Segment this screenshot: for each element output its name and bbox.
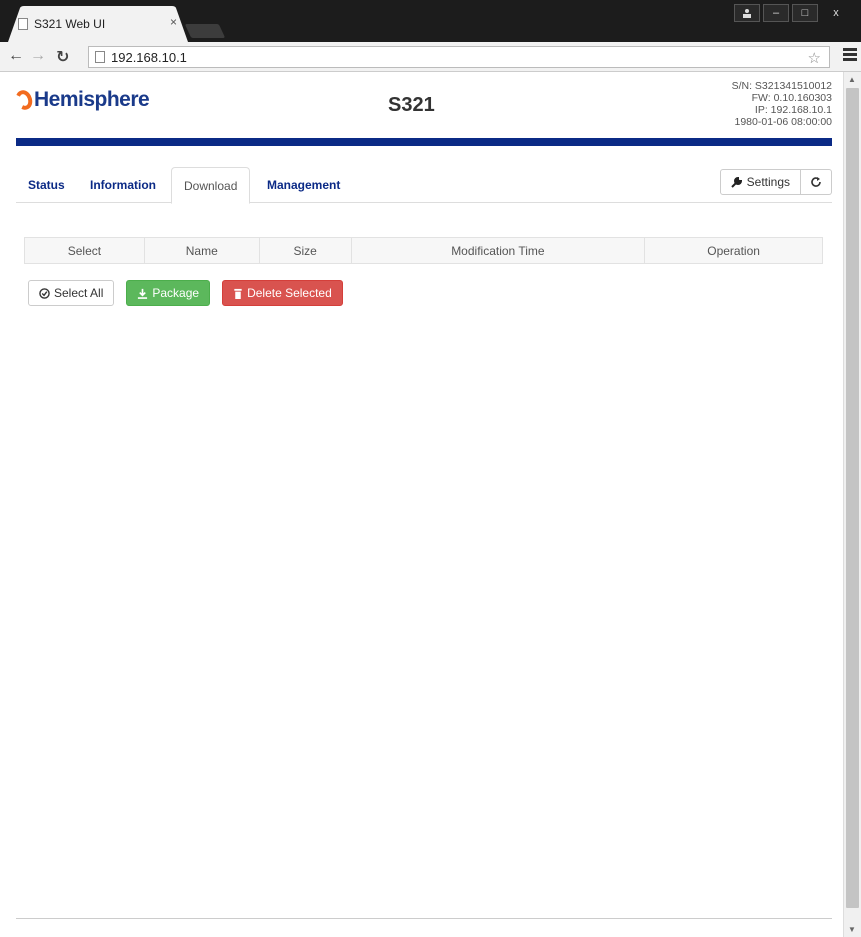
hemisphere-logo: Hemisphere (13, 87, 150, 113)
nav-tabs: Status Information Download Management S… (16, 167, 832, 204)
column-modification-time: Modification Time (350, 237, 646, 264)
browser-titlebar: S321 Web UI × – □ x (0, 0, 861, 42)
tab-information[interactable]: Information (78, 167, 168, 203)
package-button[interactable]: Package (126, 280, 211, 306)
page-header: Hemisphere S321 S/N: S321341510012 FW: 0… (13, 72, 832, 138)
menu-icon[interactable] (843, 48, 857, 63)
delete-selected-label: Delete Selected (247, 286, 332, 300)
column-name: Name (143, 237, 260, 264)
settings-label: Settings (746, 175, 790, 189)
user-icon[interactable] (734, 4, 760, 22)
action-buttons: Select All Package Delete Selected (28, 280, 343, 306)
new-tab-button[interactable] (184, 24, 226, 38)
reload-icon[interactable]: ↻ (56, 47, 69, 67)
brand-bar (16, 138, 832, 146)
trash-icon (234, 288, 242, 299)
browser-tab-content: S321 Web UI (18, 13, 105, 35)
scroll-up-icon[interactable]: ▲ (848, 75, 856, 84)
ip-address: IP: 192.168.10.1 (754, 104, 832, 116)
scroll-thumb[interactable] (846, 88, 859, 908)
device-info: S/N: S321341510012 FW: 0.10.160303 IP: 1… (732, 80, 832, 128)
refresh-button[interactable] (801, 169, 832, 195)
logo-mark-icon (13, 87, 35, 113)
footer-divider (16, 918, 832, 919)
page-content: Hemisphere S321 S/N: S321341510012 FW: 0… (0, 72, 843, 937)
tab-close-icon[interactable]: × (170, 15, 177, 29)
select-all-label: Select All (54, 286, 104, 300)
delete-selected-button[interactable]: Delete Selected (222, 280, 343, 306)
scroll-down-icon[interactable]: ▼ (848, 925, 856, 934)
logo-text: Hemisphere (34, 88, 150, 111)
column-select: Select (24, 237, 145, 264)
device-model: S321 (388, 94, 435, 116)
tab-management[interactable]: Management (255, 167, 352, 203)
tab-download[interactable]: Download (171, 167, 251, 204)
minimize-button[interactable]: – (763, 4, 789, 22)
settings-button[interactable]: Settings (719, 169, 801, 195)
serial-number: S/N: S321341510012 (731, 80, 832, 92)
back-arrow-icon[interactable]: ← (8, 47, 24, 65)
wrench-icon (730, 176, 742, 188)
page-scrollbar[interactable]: ▲ ▼ (843, 72, 861, 937)
select-all-button[interactable]: Select All (28, 280, 115, 306)
firmware-version: FW: 0.10.160303 (751, 92, 832, 104)
url-text: 192.168.10.1 (111, 49, 187, 65)
check-circle-icon (39, 287, 50, 299)
tab-status[interactable]: Status (16, 167, 77, 203)
maximize-button[interactable]: □ (792, 4, 818, 22)
package-label: Package (152, 286, 200, 300)
download-icon (138, 288, 148, 299)
table-header-row: Select Name Size Modification Time Opera… (24, 237, 823, 264)
page-icon (18, 18, 28, 30)
bookmark-star-icon[interactable]: ☆ (808, 49, 821, 67)
close-window-button[interactable]: x (821, 4, 851, 22)
browser-toolbar: ← → ↻ 192.168.10.1 ☆ (0, 42, 861, 72)
browser-tab-title: S321 Web UI (34, 17, 106, 31)
column-size: Size (258, 237, 352, 264)
page-icon (95, 51, 105, 63)
refresh-icon (811, 177, 821, 187)
forward-arrow-icon[interactable]: → (30, 47, 46, 65)
window-controls: – □ x (734, 4, 851, 22)
address-bar[interactable]: 192.168.10.1 ☆ (88, 46, 830, 68)
file-table: Select Name Size Modification Time Opera… (24, 237, 823, 264)
device-datetime: 1980-01-06 08:00:00 (734, 116, 833, 128)
settings-group: Settings (719, 169, 832, 195)
column-operation: Operation (644, 237, 823, 264)
